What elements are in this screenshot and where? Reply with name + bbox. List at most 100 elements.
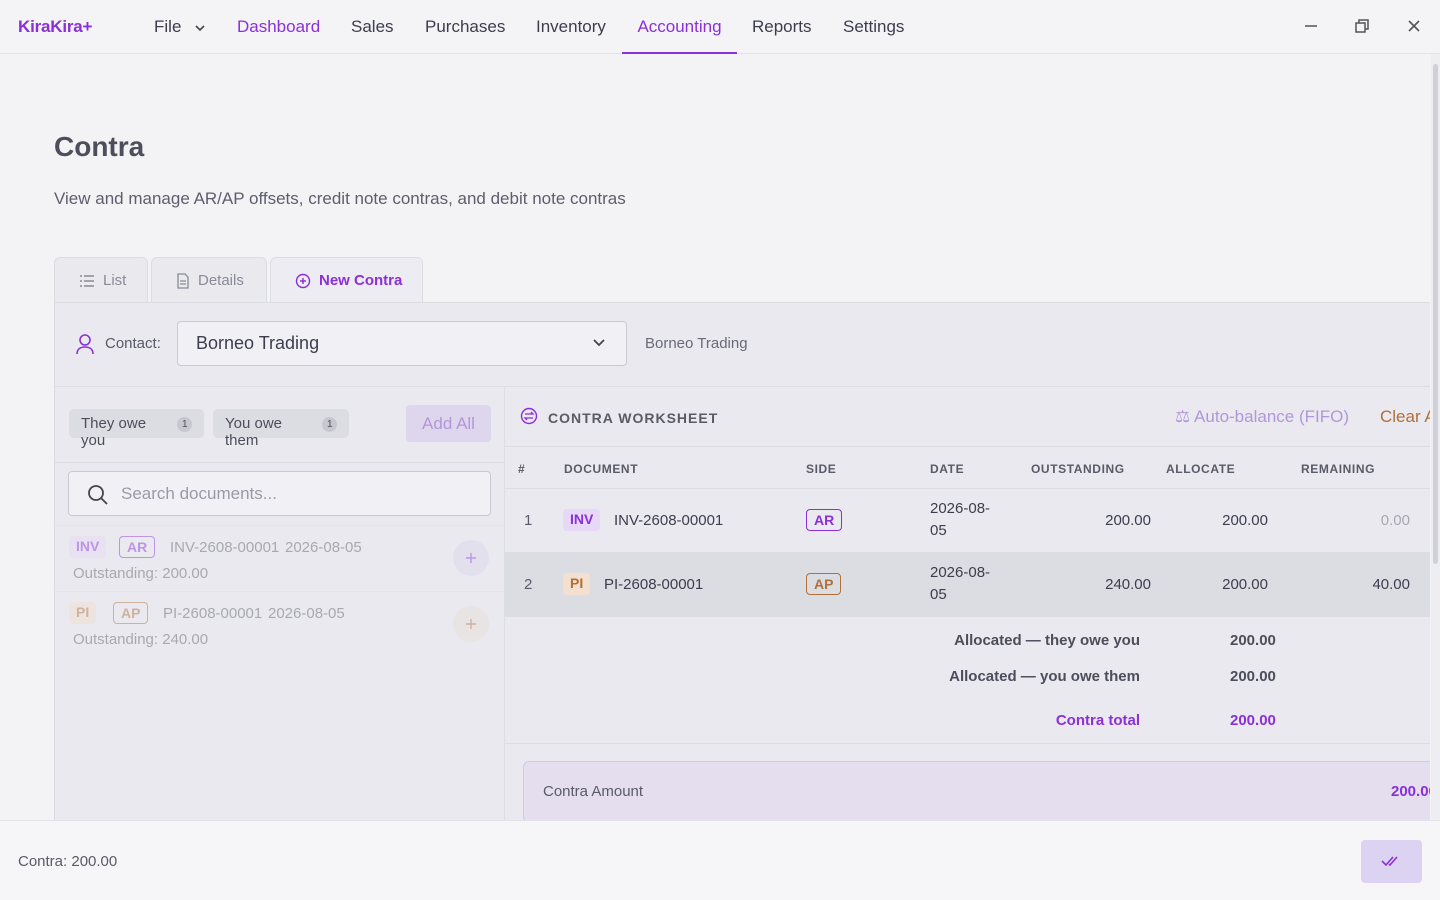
- column-header-document: DOCUMENT: [564, 462, 639, 476]
- filter-you-owe-count: 1: [322, 417, 337, 432]
- exchange-icon: [520, 407, 538, 425]
- contact-select[interactable]: Borneo Trading: [177, 321, 627, 366]
- table-row: 1 INV INV-2608-00001 AR 2026-08- 05 200.…: [505, 488, 1430, 552]
- divider: [505, 446, 1430, 447]
- side-badge: AR: [806, 509, 843, 531]
- table-row: 2 PI PI-2608-00001 AP 2026-08- 05 240.00…: [505, 552, 1430, 616]
- contra-total-value: 200.00: [1230, 712, 1276, 729]
- clear-all-button[interactable]: Clear All: [1380, 407, 1430, 427]
- doc-date-line2: 05: [930, 522, 947, 539]
- filter-they-owe[interactable]: They owe you 1: [69, 409, 204, 449]
- divider: [505, 616, 1430, 617]
- outstanding-value: 240.00: [1105, 576, 1151, 593]
- search-icon: [88, 485, 108, 505]
- restore-icon[interactable]: [1351, 15, 1373, 37]
- doc-side-badge: AR: [119, 536, 156, 558]
- side-badge: AP: [806, 573, 842, 595]
- add-doc-button[interactable]: [453, 606, 489, 642]
- column-header-outstanding: OUTSTANDING: [1031, 462, 1125, 476]
- doc-type-badge: INV: [69, 536, 107, 558]
- total-you-owe-label: Allocated — you owe them: [949, 668, 1140, 685]
- document-picker: They owe you 1 You owe them 1 Add All Se…: [55, 387, 505, 820]
- contra-amount-box: Contra Amount 200.00: [523, 761, 1430, 820]
- nav-accounting[interactable]: Accounting: [622, 0, 737, 54]
- scrollbar[interactable]: [1431, 54, 1440, 820]
- contra-amount-label: Contra Amount: [543, 783, 644, 800]
- contact-name-display: Borneo Trading: [645, 335, 748, 352]
- scrollbar-thumb[interactable]: [1433, 64, 1438, 564]
- chevron-down-icon: [195, 24, 205, 31]
- remaining-value: 0.00: [1380, 512, 1410, 529]
- nav-inventory[interactable]: Inventory: [536, 0, 606, 54]
- search-input[interactable]: Search documents...: [68, 471, 491, 516]
- outstanding-value: 200.00: [1105, 512, 1151, 529]
- document-icon: [177, 272, 189, 289]
- contact-row: Contact: Borneo Trading Borneo Trading: [55, 303, 1430, 387]
- column-header-date: DATE: [930, 462, 965, 476]
- contra-total-label: Contra total: [1055, 712, 1140, 729]
- tab-new-contra[interactable]: New Contra: [270, 257, 423, 303]
- user-icon: [76, 334, 94, 355]
- contact-select-value: Borneo Trading: [196, 333, 320, 353]
- tab-list[interactable]: List: [54, 257, 148, 303]
- auto-balance-button[interactable]: ⚖ Auto-balance (FIFO): [1175, 407, 1349, 427]
- new-contra-panel: Contact: Borneo Trading Borneo Trading T…: [54, 302, 1430, 820]
- filter-they-owe-count: 1: [177, 417, 192, 432]
- file-menu[interactable]: File: [154, 0, 206, 54]
- doc-outstanding: Outstanding: 200.00: [73, 565, 209, 582]
- list-item[interactable]: PI AP PI-2608-00001 2026-08-05 Outstandi…: [55, 591, 505, 657]
- doc-type-badge: INV: [563, 509, 601, 531]
- add-doc-button[interactable]: [453, 540, 489, 576]
- tab-details[interactable]: Details: [151, 257, 267, 303]
- worksheet-title: CONTRA WORKSHEET: [548, 410, 719, 426]
- nav-reports[interactable]: Reports: [752, 0, 812, 54]
- doc-number: INV-2608-00001: [170, 539, 280, 556]
- nav-sales[interactable]: Sales: [351, 0, 394, 54]
- close-icon[interactable]: [1403, 15, 1425, 37]
- main-content: Contra View and manage AR/AP offsets, cr…: [0, 54, 1430, 820]
- filter-you-owe-label: You owe them: [225, 415, 282, 449]
- total-they-owe-value: 200.00: [1230, 632, 1276, 649]
- divider: [55, 462, 505, 463]
- tab-new-contra-label: New Contra: [319, 272, 403, 289]
- search-placeholder: Search documents...: [121, 484, 277, 503]
- minimize-icon[interactable]: [1300, 15, 1322, 37]
- page-title: Contra: [54, 131, 145, 162]
- contra-amount-value: 200.00: [1391, 783, 1430, 800]
- doc-date-line1: 2026-08-: [930, 564, 991, 581]
- add-all-button[interactable]: Add All: [406, 405, 491, 442]
- column-header-allocate: ALLOCATE: [1166, 462, 1236, 476]
- doc-date: 2026-08-05: [285, 539, 362, 556]
- filter-you-owe[interactable]: You owe them 1: [213, 409, 349, 449]
- nav-dashboard[interactable]: Dashboard: [237, 0, 320, 54]
- file-menu-label: File: [154, 17, 182, 36]
- doc-number: PI-2608-00001: [604, 576, 704, 593]
- total-you-owe-value: 200.00: [1230, 668, 1276, 685]
- nav-purchases[interactable]: Purchases: [425, 0, 505, 54]
- doc-outstanding: Outstanding: 240.00: [73, 631, 209, 648]
- row-number: 2: [524, 576, 533, 593]
- doc-date: 2026-08-05: [268, 605, 345, 622]
- remaining-value: 40.00: [1372, 576, 1410, 593]
- total-they-owe-label: Allocated — they owe you: [954, 632, 1140, 649]
- tab-list-label: List: [103, 272, 127, 289]
- row-number: 1: [524, 512, 533, 529]
- allocate-input[interactable]: 200.00: [1168, 576, 1268, 593]
- confirm-button[interactable]: [1361, 840, 1422, 883]
- nav-settings[interactable]: Settings: [843, 0, 904, 54]
- chevron-down-icon: [593, 339, 605, 347]
- contra-worksheet: CONTRA WORKSHEET ⚖ Auto-balance (FIFO) C…: [505, 387, 1430, 820]
- doc-type-badge: PI: [563, 573, 591, 595]
- plus-icon: [466, 619, 476, 629]
- doc-type-badge: PI: [69, 602, 97, 624]
- footer-bar: Contra: 200.00: [0, 820, 1440, 900]
- plus-circle-icon: [295, 273, 311, 288]
- allocate-input[interactable]: 200.00: [1168, 512, 1268, 529]
- list-item[interactable]: INV AR INV-2608-00001 2026-08-05 Outstan…: [55, 525, 505, 591]
- scale-icon: ⚖: [1175, 407, 1191, 426]
- doc-side-badge: AP: [113, 602, 149, 624]
- doc-date-line2: 05: [930, 586, 947, 603]
- divider: [505, 743, 1430, 744]
- tab-details-label: Details: [198, 272, 244, 289]
- auto-balance-label: Auto-balance (FIFO): [1194, 407, 1349, 426]
